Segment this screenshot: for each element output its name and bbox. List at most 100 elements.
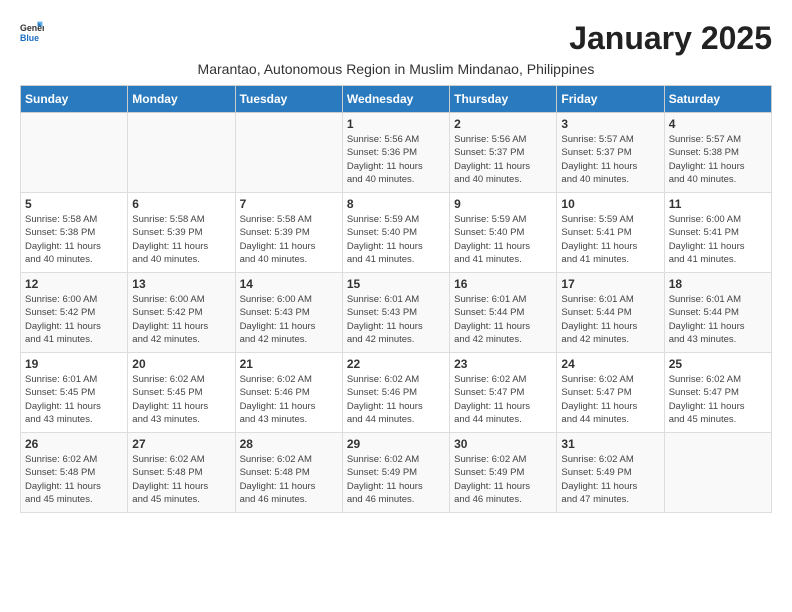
day-info: Sunrise: 6:02 AM Sunset: 5:48 PM Dayligh…: [240, 453, 338, 506]
day-info: Sunrise: 6:02 AM Sunset: 5:49 PM Dayligh…: [454, 453, 552, 506]
day-info: Sunrise: 6:01 AM Sunset: 5:44 PM Dayligh…: [669, 293, 767, 346]
calendar-cell: [235, 113, 342, 193]
day-number: 3: [561, 117, 659, 131]
calendar-cell: [128, 113, 235, 193]
weekday-header-monday: Monday: [128, 86, 235, 113]
day-number: 4: [669, 117, 767, 131]
day-number: 20: [132, 357, 230, 371]
calendar-cell: 16 Sunrise: 6:01 AM Sunset: 5:44 PM Dayli…: [450, 273, 557, 353]
day-info: Sunrise: 6:01 AM Sunset: 5:43 PM Dayligh…: [347, 293, 445, 346]
day-info: Sunrise: 6:02 AM Sunset: 5:46 PM Dayligh…: [240, 373, 338, 426]
day-info: Sunrise: 6:02 AM Sunset: 5:49 PM Dayligh…: [347, 453, 445, 506]
weekday-header-friday: Friday: [557, 86, 664, 113]
calendar-cell: 28 Sunrise: 6:02 AM Sunset: 5:48 PM Dayli…: [235, 433, 342, 513]
day-number: 1: [347, 117, 445, 131]
calendar-week-3: 12 Sunrise: 6:00 AM Sunset: 5:42 PM Dayli…: [21, 273, 772, 353]
day-number: 27: [132, 437, 230, 451]
svg-text:Blue: Blue: [20, 33, 39, 43]
day-number: 8: [347, 197, 445, 211]
day-info: Sunrise: 6:01 AM Sunset: 5:45 PM Dayligh…: [25, 373, 123, 426]
day-info: Sunrise: 5:58 AM Sunset: 5:38 PM Dayligh…: [25, 213, 123, 266]
calendar-cell: 23Sunrise: 6:02 AM Sunset: 5:47 PM Dayli…: [450, 353, 557, 433]
calendar-week-4: 19 Sunrise: 6:01 AM Sunset: 5:45 PM Dayli…: [21, 353, 772, 433]
day-number: 11: [669, 197, 767, 211]
day-info: Sunrise: 5:59 AM Sunset: 5:40 PM Dayligh…: [347, 213, 445, 266]
day-info: Sunrise: 6:02 AM Sunset: 5:48 PM Dayligh…: [25, 453, 123, 506]
calendar-cell: 19 Sunrise: 6:01 AM Sunset: 5:45 PM Dayli…: [21, 353, 128, 433]
calendar-cell: [21, 113, 128, 193]
calendar-cell: 5Sunrise: 5:58 AM Sunset: 5:38 PM Daylig…: [21, 193, 128, 273]
day-info: Sunrise: 5:59 AM Sunset: 5:40 PM Dayligh…: [454, 213, 552, 266]
day-info: Sunrise: 5:57 AM Sunset: 5:37 PM Dayligh…: [561, 133, 659, 186]
day-info: Sunrise: 6:02 AM Sunset: 5:46 PM Dayligh…: [347, 373, 445, 426]
day-number: 9: [454, 197, 552, 211]
calendar-cell: 8 Sunrise: 5:59 AM Sunset: 5:40 PM Daylig…: [342, 193, 449, 273]
day-number: 12: [25, 277, 123, 291]
month-title: January 2025: [569, 20, 772, 57]
day-number: 28: [240, 437, 338, 451]
calendar-week-5: 26 Sunrise: 6:02 AM Sunset: 5:48 PM Dayli…: [21, 433, 772, 513]
page-header: General Blue January 2025: [20, 20, 772, 57]
day-number: 17: [561, 277, 659, 291]
day-number: 24: [561, 357, 659, 371]
day-info: Sunrise: 5:56 AM Sunset: 5:37 PM Dayligh…: [454, 133, 552, 186]
day-number: 13: [132, 277, 230, 291]
weekday-header-sunday: Sunday: [21, 86, 128, 113]
calendar-cell: 26 Sunrise: 6:02 AM Sunset: 5:48 PM Dayli…: [21, 433, 128, 513]
day-info: Sunrise: 6:02 AM Sunset: 5:45 PM Dayligh…: [132, 373, 230, 426]
day-number: 2: [454, 117, 552, 131]
calendar-cell: 13 Sunrise: 6:00 AM Sunset: 5:42 PM Dayli…: [128, 273, 235, 353]
calendar-subtitle: Marantao, Autonomous Region in Muslim Mi…: [20, 61, 772, 77]
calendar-cell: 30Sunrise: 6:02 AM Sunset: 5:49 PM Dayli…: [450, 433, 557, 513]
day-number: 22: [347, 357, 445, 371]
day-info: Sunrise: 6:01 AM Sunset: 5:44 PM Dayligh…: [561, 293, 659, 346]
day-number: 16: [454, 277, 552, 291]
calendar-cell: 22 Sunrise: 6:02 AM Sunset: 5:46 PM Dayli…: [342, 353, 449, 433]
day-info: Sunrise: 5:57 AM Sunset: 5:38 PM Dayligh…: [669, 133, 767, 186]
day-info: Sunrise: 5:58 AM Sunset: 5:39 PM Dayligh…: [240, 213, 338, 266]
logo-icon: General Blue: [20, 20, 44, 44]
calendar-cell: 2 Sunrise: 5:56 AM Sunset: 5:37 PM Daylig…: [450, 113, 557, 193]
calendar-cell: 15 Sunrise: 6:01 AM Sunset: 5:43 PM Dayli…: [342, 273, 449, 353]
calendar-cell: [664, 433, 771, 513]
day-info: Sunrise: 6:00 AM Sunset: 5:43 PM Dayligh…: [240, 293, 338, 346]
calendar-cell: 9 Sunrise: 5:59 AM Sunset: 5:40 PM Daylig…: [450, 193, 557, 273]
weekday-header-wednesday: Wednesday: [342, 86, 449, 113]
day-info: Sunrise: 6:02 AM Sunset: 5:47 PM Dayligh…: [454, 373, 552, 426]
day-number: 26: [25, 437, 123, 451]
calendar-cell: 27Sunrise: 6:02 AM Sunset: 5:48 PM Dayli…: [128, 433, 235, 513]
calendar-cell: 4 Sunrise: 5:57 AM Sunset: 5:38 PM Daylig…: [664, 113, 771, 193]
day-number: 15: [347, 277, 445, 291]
calendar-cell: 10Sunrise: 5:59 AM Sunset: 5:41 PM Dayli…: [557, 193, 664, 273]
calendar-cell: 17 Sunrise: 6:01 AM Sunset: 5:44 PM Dayli…: [557, 273, 664, 353]
day-info: Sunrise: 5:58 AM Sunset: 5:39 PM Dayligh…: [132, 213, 230, 266]
day-info: Sunrise: 5:56 AM Sunset: 5:36 PM Dayligh…: [347, 133, 445, 186]
day-info: Sunrise: 6:02 AM Sunset: 5:47 PM Dayligh…: [669, 373, 767, 426]
calendar-cell: 24 Sunrise: 6:02 AM Sunset: 5:47 PM Dayli…: [557, 353, 664, 433]
calendar-cell: 12Sunrise: 6:00 AM Sunset: 5:42 PM Dayli…: [21, 273, 128, 353]
day-info: Sunrise: 6:02 AM Sunset: 5:47 PM Dayligh…: [561, 373, 659, 426]
logo: General Blue: [20, 20, 44, 44]
day-info: Sunrise: 6:00 AM Sunset: 5:41 PM Dayligh…: [669, 213, 767, 266]
calendar-week-1: 1 Sunrise: 5:56 AM Sunset: 5:36 PM Daylig…: [21, 113, 772, 193]
weekday-header-thursday: Thursday: [450, 86, 557, 113]
day-number: 6: [132, 197, 230, 211]
calendar-week-2: 5Sunrise: 5:58 AM Sunset: 5:38 PM Daylig…: [21, 193, 772, 273]
calendar-body: 1 Sunrise: 5:56 AM Sunset: 5:36 PM Daylig…: [21, 113, 772, 513]
day-number: 18: [669, 277, 767, 291]
calendar-cell: 11 Sunrise: 6:00 AM Sunset: 5:41 PM Dayli…: [664, 193, 771, 273]
day-number: 21: [240, 357, 338, 371]
calendar-cell: 14 Sunrise: 6:00 AM Sunset: 5:43 PM Dayli…: [235, 273, 342, 353]
calendar-cell: 1 Sunrise: 5:56 AM Sunset: 5:36 PM Daylig…: [342, 113, 449, 193]
day-number: 31: [561, 437, 659, 451]
day-info: Sunrise: 6:01 AM Sunset: 5:44 PM Dayligh…: [454, 293, 552, 346]
calendar-cell: 3 Sunrise: 5:57 AM Sunset: 5:37 PM Daylig…: [557, 113, 664, 193]
weekday-header-tuesday: Tuesday: [235, 86, 342, 113]
day-number: 14: [240, 277, 338, 291]
calendar-cell: 6 Sunrise: 5:58 AM Sunset: 5:39 PM Daylig…: [128, 193, 235, 273]
day-number: 7: [240, 197, 338, 211]
day-info: Sunrise: 6:02 AM Sunset: 5:49 PM Dayligh…: [561, 453, 659, 506]
day-number: 19: [25, 357, 123, 371]
day-info: Sunrise: 6:00 AM Sunset: 5:42 PM Dayligh…: [132, 293, 230, 346]
calendar-cell: 29Sunrise: 6:02 AM Sunset: 5:49 PM Dayli…: [342, 433, 449, 513]
